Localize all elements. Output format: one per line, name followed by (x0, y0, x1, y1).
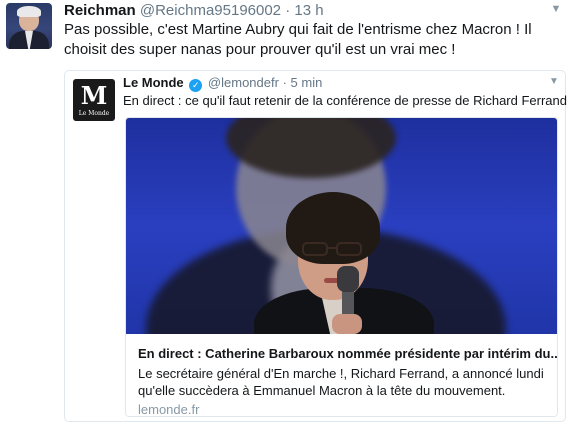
separator-dot: · (285, 2, 291, 19)
chevron-down-icon[interactable]: ▼ (549, 2, 563, 16)
quoted-tweet-text: En direct : ce qu'il faut retenir de la … (123, 93, 567, 108)
quoted-author-name[interactable]: Le Monde (123, 75, 184, 90)
card-description: Le secrétaire général d'En marche !, Ric… (138, 366, 544, 398)
le-monde-logo[interactable]: M Le Monde (73, 79, 115, 121)
tweet-text: Pas possible, c'est Martine Aubry qui fa… (64, 21, 532, 58)
microphone-icon (337, 266, 359, 292)
author-avatar[interactable] (6, 3, 52, 49)
author-name[interactable]: Reichman (64, 2, 136, 19)
chevron-down-icon[interactable]: ▼ (547, 75, 561, 89)
verified-badge-icon: ✓ (189, 79, 203, 92)
card-body[interactable]: En direct : Catherine Barbaroux nommée p… (126, 334, 557, 416)
tweet-timestamp[interactable]: 13 h (294, 2, 323, 19)
quoted-header: Le Monde ✓ @lemondefr · 5 min (123, 75, 323, 92)
quoted-timestamp[interactable]: 5 min (291, 75, 323, 90)
card-title[interactable]: En direct : Catherine Barbaroux nommée p… (138, 345, 557, 362)
logo-caption: Le Monde (78, 110, 110, 117)
avatar-hair (17, 6, 41, 17)
card-domain[interactable]: lemonde.fr (138, 402, 199, 416)
card-photo[interactable] (126, 118, 557, 334)
separator-dot: · (282, 75, 287, 90)
logo-letter: M (80, 81, 108, 110)
link-card[interactable]: En direct : Catherine Barbaroux nommée p… (125, 117, 558, 417)
photo-glasses (302, 242, 364, 256)
quoted-tweet[interactable]: M Le Monde Le Monde ✓ @lemondefr · 5 min… (64, 70, 567, 422)
photo-hand (332, 314, 362, 334)
author-handle[interactable]: @Reichma95196002 (140, 2, 281, 19)
tweet[interactable]: Reichman @Reichma95196002 · 13 h ▼ Pas p… (0, 0, 573, 425)
quoted-author-handle[interactable]: @lemondefr (208, 75, 279, 90)
tweet-header: Reichman @Reichma95196002 · 13 h (64, 2, 324, 20)
